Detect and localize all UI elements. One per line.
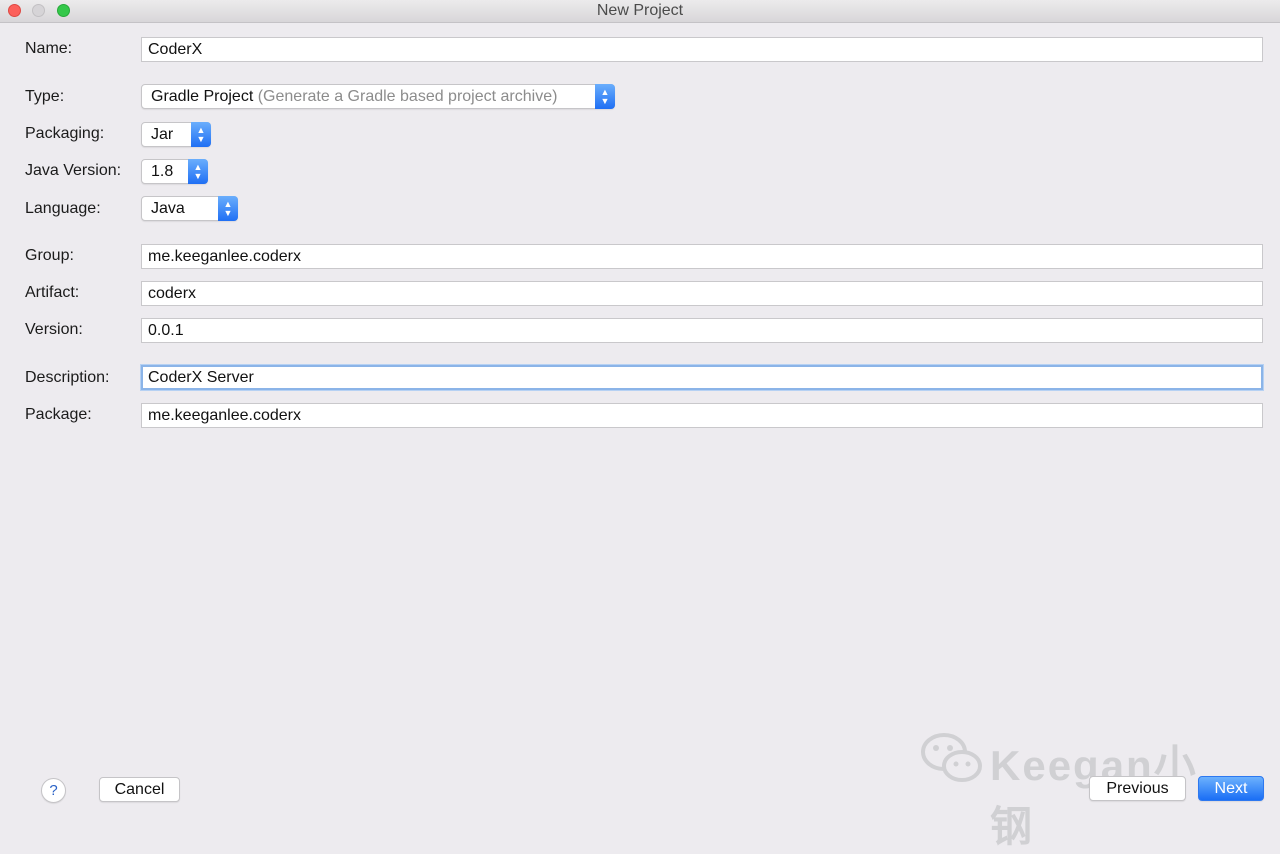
group-field[interactable]: me.keeganlee.coderx	[141, 244, 1263, 269]
title-bar: New Project	[0, 0, 1280, 23]
package-label: Package:	[25, 406, 92, 423]
language-select[interactable]: Java ▲ ▼	[141, 196, 238, 221]
version-label: Version:	[25, 321, 83, 338]
type-select-value: Gradle Project	[151, 88, 254, 105]
wechat-icon	[921, 733, 982, 782]
java-version-select[interactable]: 1.8 ▲ ▼	[141, 159, 208, 184]
group-label: Group:	[25, 247, 74, 264]
type-select[interactable]: Gradle Project (Generate a Gradle based …	[141, 84, 615, 109]
language-label: Language:	[25, 200, 101, 217]
version-field[interactable]: 0.0.1	[141, 318, 1263, 343]
select-stepper-icon: ▲ ▼	[191, 122, 211, 147]
previous-button[interactable]: Previous	[1089, 776, 1186, 801]
java-version-label: Java Version:	[25, 162, 122, 179]
select-stepper-icon: ▲ ▼	[188, 159, 208, 184]
type-label: Type:	[25, 88, 65, 105]
name-field[interactable]: CoderX	[141, 37, 1263, 62]
packaging-select[interactable]: Jar ▲ ▼	[141, 122, 211, 147]
packaging-select-value: Jar	[151, 126, 174, 143]
artifact-field[interactable]: coderx	[141, 281, 1263, 306]
select-stepper-icon: ▲ ▼	[218, 196, 238, 221]
packaging-label: Packaging:	[25, 125, 105, 142]
next-button[interactable]: Next	[1198, 776, 1264, 801]
artifact-label: Artifact:	[25, 284, 80, 301]
name-label: Name:	[25, 40, 73, 57]
cancel-button[interactable]: Cancel	[99, 777, 180, 802]
description-field[interactable]: CoderX Server	[141, 365, 1263, 390]
window-title: New Project	[596, 2, 684, 19]
select-stepper-icon: ▲ ▼	[595, 84, 615, 109]
description-label: Description:	[25, 369, 110, 386]
type-select-hint: (Generate a Gradle based project archive…	[257, 88, 558, 105]
watermark: Keegan小钢	[920, 728, 1240, 850]
help-button[interactable]: ?	[41, 778, 66, 803]
language-select-value: Java	[151, 200, 185, 217]
package-field[interactable]: me.keeganlee.coderx	[141, 403, 1263, 428]
java-version-select-value: 1.8	[151, 163, 174, 180]
